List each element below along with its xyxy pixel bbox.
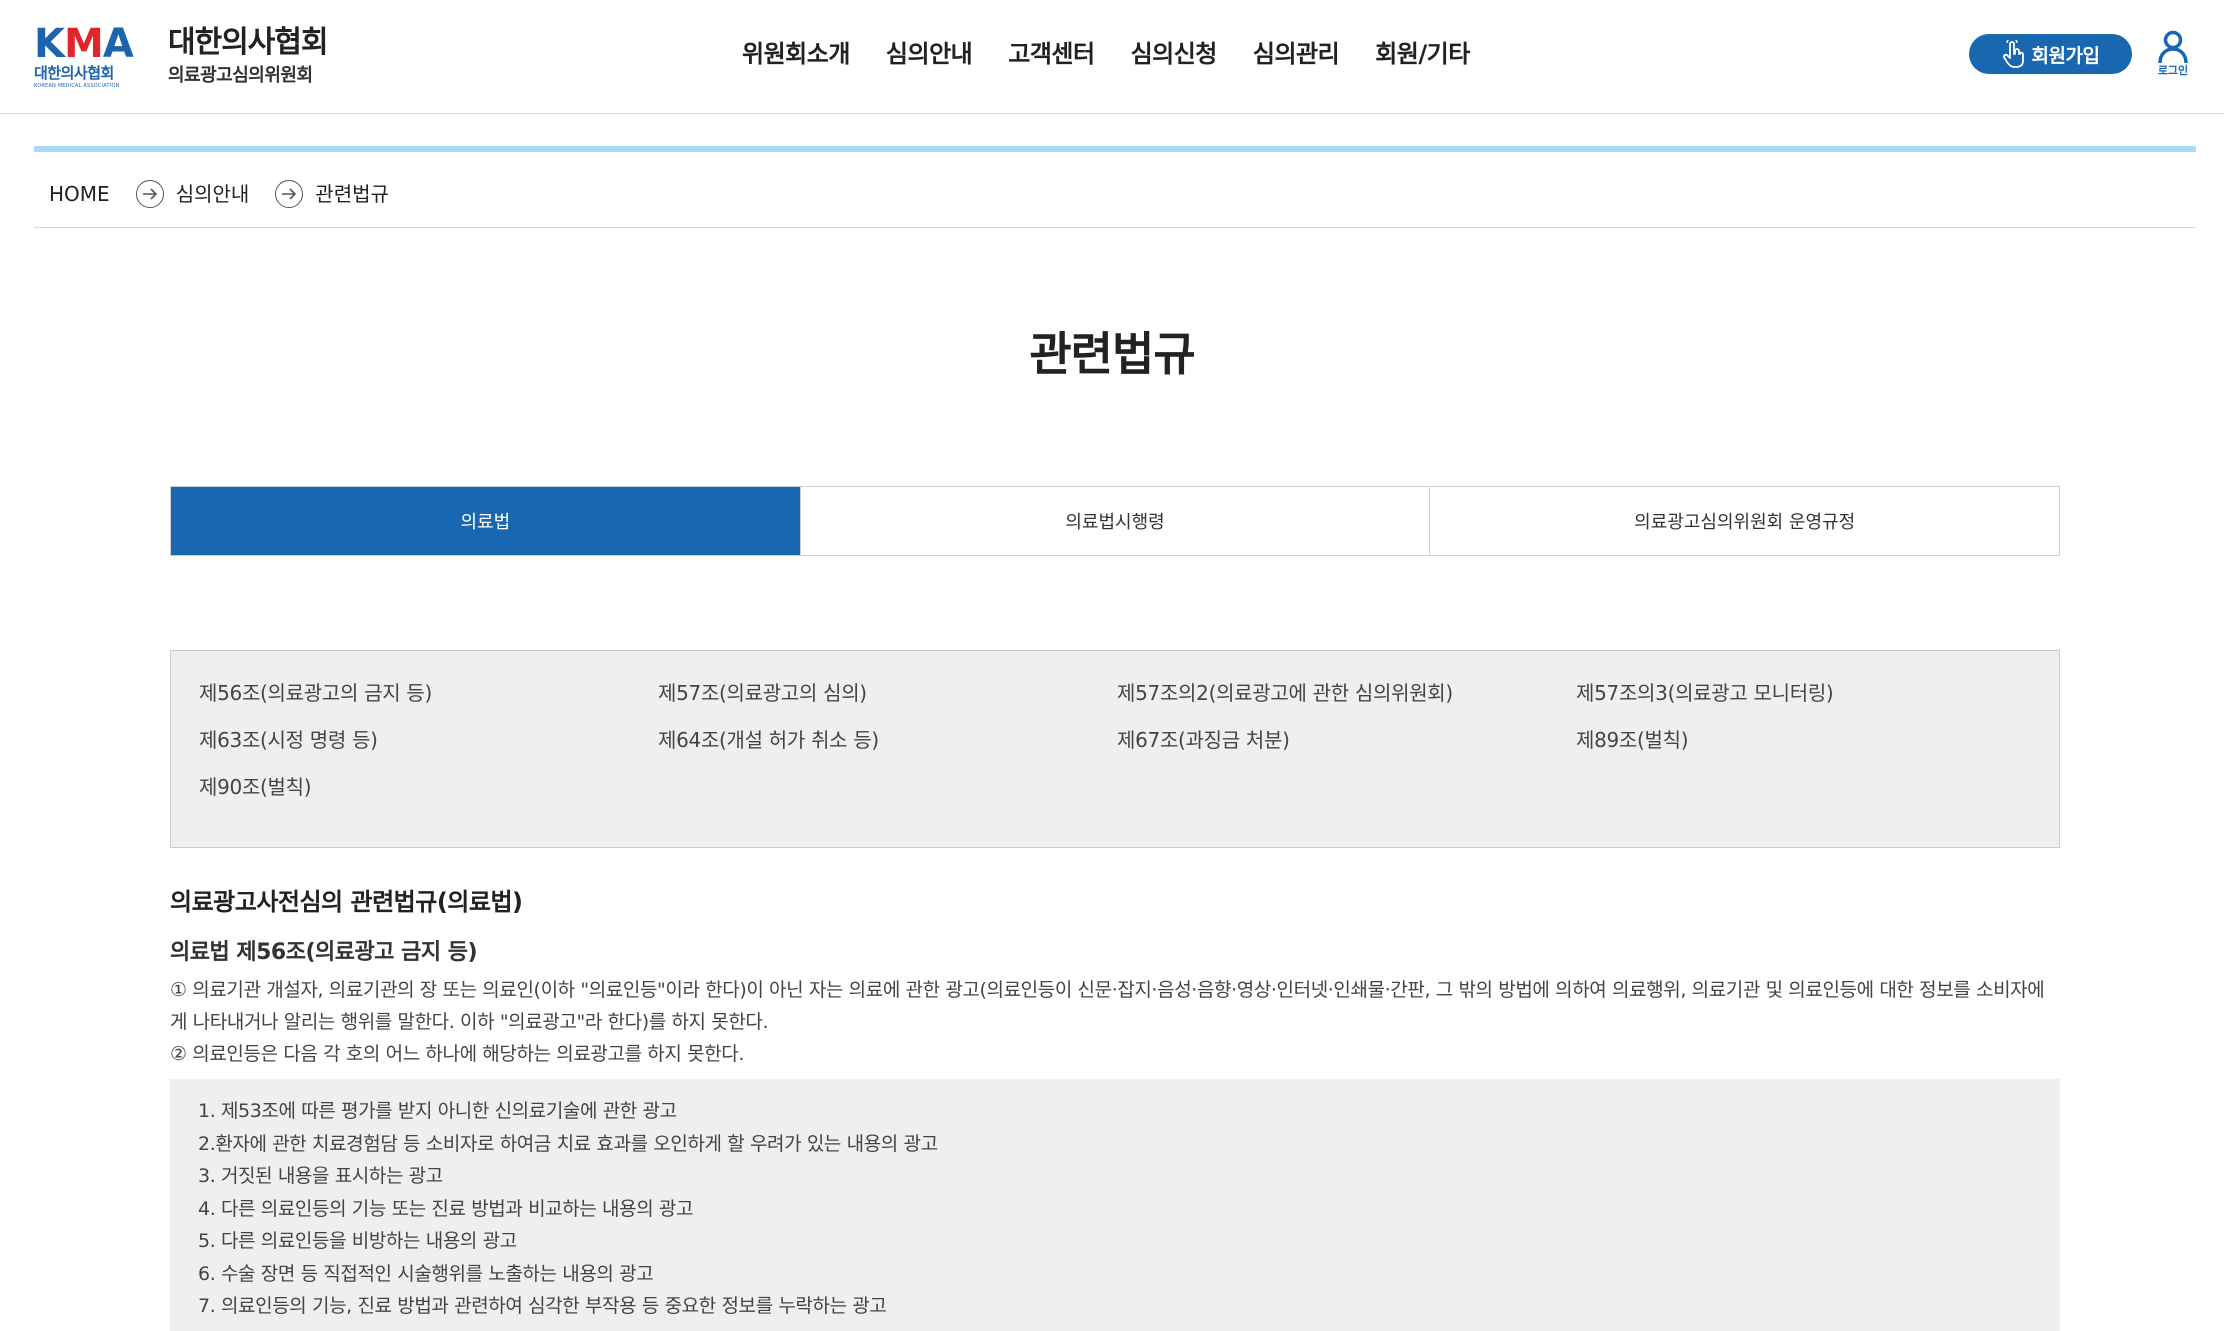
tab-medical-act[interactable]: 의료법 — [171, 487, 800, 555]
join-button-label: 회원가입 — [2031, 44, 2100, 67]
nav-item-committee[interactable]: 위원회소개 — [742, 36, 850, 72]
law-paragraph-2: ② 의료인등은 다음 각 호의 어느 하나에 해당하는 의료광고를 하지 못한다… — [170, 1043, 744, 1065]
law-article-title: 의료법 제56조(의료광고 금지 등) — [170, 940, 478, 965]
tab-enforcement-decree[interactable]: 의료법시행령 — [799, 487, 1430, 555]
logo-letter-k: K — [34, 21, 65, 67]
kma-logo-mark: KMA 대한의사협회 KOREAN MEDICAL ASSOCIATION — [34, 24, 144, 89]
kma-logo-letters: KMA — [34, 24, 144, 64]
logo-english-name: KOREAN MEDICAL ASSOCIATION — [34, 83, 120, 89]
article-link[interactable]: 제57조(의료광고의 심의) — [658, 679, 1117, 707]
nav-item-member-etc[interactable]: 회원/기타 — [1375, 36, 1470, 72]
article-link[interactable]: 제57조의2(의료광고에 관한 심의위원회) — [1117, 679, 1576, 707]
article-link[interactable]: 제63조(시정 명령 등) — [199, 726, 658, 754]
section-title: 의료광고사전심의 관련법규(의료법) — [170, 888, 523, 916]
article-link[interactable]: 제67조(과징금 처분) — [1117, 726, 1576, 754]
main-nav: 위원회소개 심의안내 고객센터 심의신청 심의관리 회원/기타 — [742, 36, 1506, 72]
nav-item-review-manage[interactable]: 심의관리 — [1253, 36, 1340, 72]
logo-letter-m: M — [64, 21, 104, 67]
login-label: 로그인 — [2157, 64, 2189, 77]
law-items-box: 1. 제53조에 따른 평가를 받지 아니한 신의료기술에 관한 광고 2.환자… — [170, 1079, 2060, 1331]
list-item: 4. 다른 의료인등의 기능 또는 진료 방법과 비교하는 내용의 광고 — [198, 1197, 694, 1220]
article-link[interactable]: 제56조(의료광고의 금지 등) — [199, 679, 658, 707]
list-item: 7. 의료인등의 기능, 진료 방법과 관련하여 심각한 부작용 등 중요한 정… — [198, 1295, 887, 1317]
list-item: 2.환자에 관한 치료경험담 등 소비자로 하여금 치료 효과를 오인하게 할 … — [198, 1132, 938, 1155]
breadcrumb: HOME 심의안내 관련법규 — [34, 146, 2196, 228]
logo-letter-a: A — [102, 21, 134, 67]
article-index: 제56조(의료광고의 금지 등) 제57조(의료광고의 심의) 제57조의2(의… — [170, 650, 2060, 848]
list-item: 3. 거짓된 내용을 표시하는 광고 — [198, 1165, 443, 1187]
arrow-right-circle-icon — [135, 180, 164, 208]
article-link[interactable]: 제64조(개설 허가 취소 등) — [658, 726, 1117, 754]
breadcrumb-review-guide[interactable]: 심의안내 — [176, 182, 250, 206]
article-link[interactable]: 제89조(벌칙) — [1576, 726, 2035, 754]
law-tabs: 의료법 의료법시행령 의료광고심의위원회 운영규정 — [170, 486, 2060, 556]
org-name: 대한의사협회 의료광고심의위원회 — [168, 24, 329, 88]
list-item: 5. 다른 의료인등을 비방하는 내용의 광고 — [198, 1230, 517, 1252]
nav-item-review-guide[interactable]: 심의안내 — [886, 36, 973, 72]
org-title: 대한의사협회 — [168, 25, 329, 60]
nav-item-review-apply[interactable]: 심의신청 — [1131, 36, 1218, 72]
user-icon — [2158, 30, 2188, 64]
site-logo[interactable]: KMA 대한의사협회 KOREAN MEDICAL ASSOCIATION 대한… — [34, 24, 329, 89]
org-subtitle: 의료광고심의위원회 — [168, 65, 313, 86]
list-item: 1. 제53조에 따른 평가를 받지 아니한 신의료기술에 관한 광고 — [198, 1100, 677, 1122]
arrow-right-circle-icon — [275, 180, 304, 208]
nav-item-customer-center[interactable]: 고객센터 — [1008, 36, 1095, 72]
article-link[interactable]: 제57조의3(의료광고 모니터링) — [1576, 679, 2035, 707]
page-title: 관련법규 — [1029, 327, 1195, 381]
article-link[interactable]: 제90조(벌칙) — [199, 773, 658, 801]
law-paragraph-1: ① 의료기관 개설자, 의료기관의 장 또는 의료인(이하 "의료인등"이라 한… — [170, 979, 2045, 1033]
login-button[interactable]: 로그인 — [2150, 30, 2196, 80]
list-item: 6. 수술 장면 등 직접적인 시술행위를 노출하는 내용의 광고 — [198, 1262, 654, 1285]
breadcrumb-current[interactable]: 관련법규 — [315, 182, 389, 206]
tab-committee-rules[interactable]: 의료광고심의위원회 운영규정 — [1429, 487, 2059, 555]
join-button[interactable]: 회원가입 — [1969, 34, 2132, 74]
breadcrumb-home[interactable]: HOME — [49, 182, 110, 206]
site-header: KMA 대한의사협회 KOREAN MEDICAL ASSOCIATION 대한… — [0, 0, 2224, 114]
hand-pointer-icon — [2002, 40, 2024, 68]
